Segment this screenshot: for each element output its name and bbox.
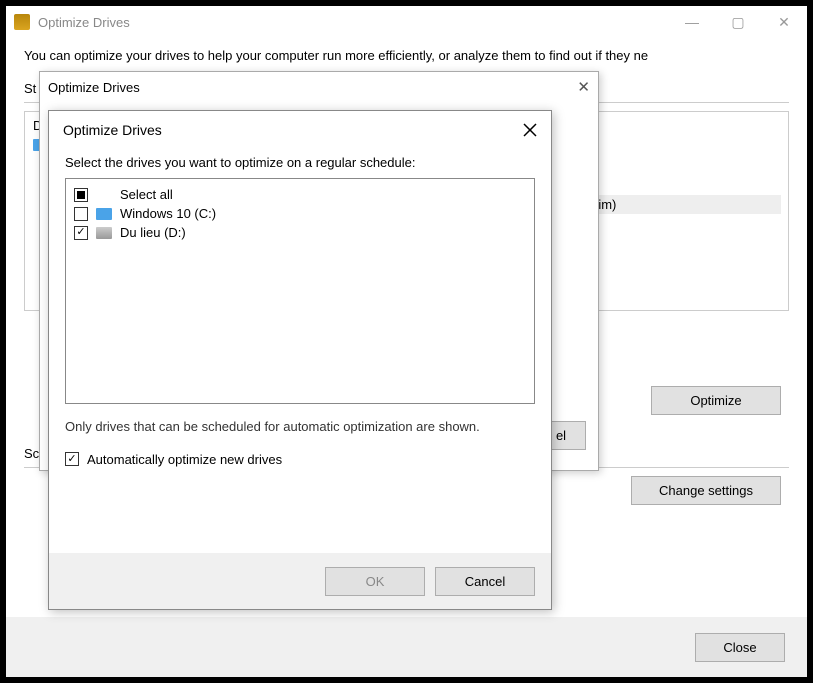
close-icon[interactable]: ✕ (577, 78, 590, 96)
maximize-button[interactable]: ▢ (715, 7, 761, 37)
note-text: Only drives that can be scheduled for au… (65, 418, 535, 436)
front-body: Select the drives you want to optimize o… (49, 149, 551, 553)
select-all-item[interactable]: Select all (74, 185, 526, 204)
drive-d-label: Du lieu (D:) (120, 225, 186, 240)
optimize-button-row: Optimize (651, 386, 781, 415)
front-title: Optimize Drives (63, 122, 162, 138)
ok-button[interactable]: OK (325, 567, 425, 596)
cancel-button[interactable]: Cancel (435, 567, 535, 596)
close-button[interactable]: ✕ (761, 7, 807, 37)
auto-optimize-checkbox[interactable] (65, 452, 79, 466)
front-footer: OK Cancel (49, 553, 551, 609)
app-icon (14, 14, 30, 30)
mid-titlebar: Optimize Drives ✕ (40, 72, 598, 102)
parent-titlebar: Optimize Drives — ▢ ✕ (6, 6, 807, 38)
mid-title: Optimize Drives (48, 80, 140, 95)
parent-system-buttons: — ▢ ✕ (669, 7, 807, 37)
minimize-button[interactable]: — (669, 7, 715, 37)
parent-title: Optimize Drives (38, 15, 669, 30)
drive-d-checkbox[interactable] (74, 226, 88, 240)
instruction-text: Select the drives you want to optimize o… (65, 155, 535, 170)
drives-listbox[interactable]: Select all Windows 10 (C:) Du lieu (D:) (65, 178, 535, 404)
drive-icon (96, 227, 112, 239)
drive-c-checkbox[interactable] (74, 207, 88, 221)
auto-optimize-row[interactable]: Automatically optimize new drives (65, 452, 535, 467)
intro-text: You can optimize your drives to help you… (24, 48, 789, 65)
front-titlebar: Optimize Drives (49, 111, 551, 149)
front-dialog: Optimize Drives Select the drives you wa… (48, 110, 552, 610)
parent-bottom-bar: Close (6, 617, 807, 677)
auto-optimize-label: Automatically optimize new drives (87, 452, 282, 467)
change-settings-button[interactable]: Change settings (631, 476, 781, 505)
drive-icon (96, 208, 112, 220)
drive-item-c[interactable]: Windows 10 (C:) (74, 204, 526, 223)
drive-c-label: Windows 10 (C:) (120, 206, 216, 221)
optimize-button[interactable]: Optimize (651, 386, 781, 415)
drive-item-d[interactable]: Du lieu (D:) (74, 223, 526, 242)
close-parent-button[interactable]: Close (695, 633, 785, 662)
select-all-checkbox[interactable] (74, 188, 88, 202)
select-all-label: Select all (120, 187, 173, 202)
change-settings-row: Change settings (631, 476, 781, 505)
close-icon[interactable] (523, 123, 537, 137)
